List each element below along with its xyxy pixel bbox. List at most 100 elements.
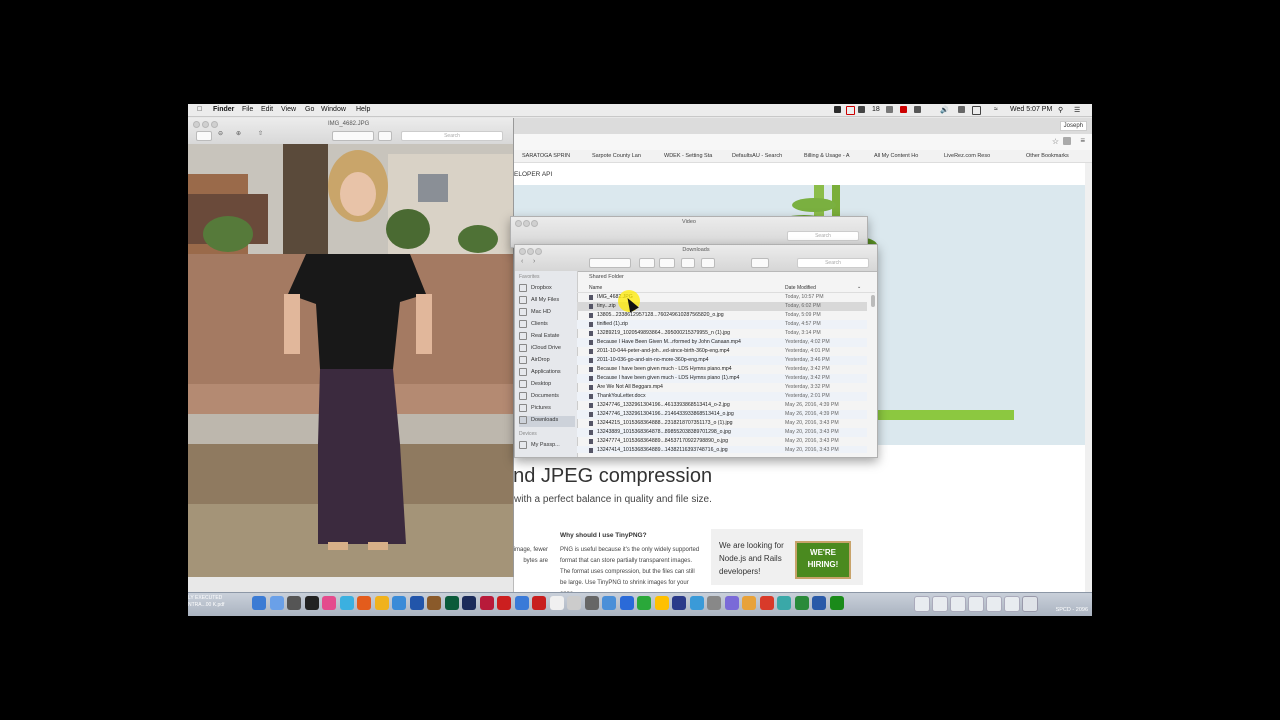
battery-icon[interactable] — [972, 106, 981, 115]
menu-go[interactable]: Go — [305, 106, 314, 113]
hiring-banner[interactable]: We are looking for Node.js and Rails dev… — [711, 529, 863, 585]
dock-app-icon[interactable] — [252, 596, 266, 610]
dock-app-icon[interactable] — [812, 596, 826, 610]
sidebar-toggle-button[interactable] — [196, 131, 212, 141]
sidebar-item-dropbox[interactable]: Dropbox — [519, 284, 575, 295]
dock-document-icon[interactable] — [1004, 596, 1020, 612]
dock-app-icon[interactable] — [392, 596, 406, 610]
dock-app-icon[interactable] — [829, 596, 844, 610]
file-row[interactable]: Because I have been given much - LDS Hym… — [577, 374, 867, 383]
scrollbar-thumb[interactable] — [871, 295, 875, 307]
dock-document-icon[interactable] — [968, 596, 984, 612]
sidebar-item-pictures[interactable]: Pictures — [519, 404, 575, 415]
share-icon[interactable] — [681, 258, 695, 268]
tag-icon[interactable] — [701, 258, 715, 268]
dock-app-icon[interactable] — [427, 596, 441, 610]
notification-center-icon[interactable]: ☰ — [1074, 106, 1080, 114]
status-icon[interactable] — [858, 106, 865, 113]
desktop-drive-label[interactable]: SPCD - 2096 — [1056, 607, 1088, 613]
status-icon[interactable] — [914, 106, 921, 113]
dock-app-icon[interactable] — [357, 596, 371, 610]
preview-search-input[interactable]: Search — [401, 131, 503, 141]
file-row[interactable]: 13247746_1332961304196...214643393386851… — [577, 410, 867, 419]
status-icon[interactable] — [900, 106, 907, 113]
menu-help[interactable]: Help — [356, 106, 370, 113]
extension-icon[interactable] — [1063, 137, 1071, 145]
menu-icon[interactable]: ≡ — [1080, 136, 1085, 145]
dock-app-icon[interactable] — [444, 596, 459, 610]
file-row[interactable]: Because I have been given much - LDS Hym… — [577, 365, 867, 374]
profile-button[interactable]: Joseph — [1059, 121, 1087, 131]
dock-app-icon[interactable] — [584, 596, 599, 610]
dock-app-icon[interactable] — [619, 596, 634, 610]
file-row[interactable]: Are We Not All Beggars.mp4 Yesterday, 3:3… — [577, 383, 867, 392]
dock-app-icon[interactable] — [409, 596, 424, 610]
file-row[interactable]: 13243889_1015368364878...898552038389701… — [577, 428, 867, 437]
dock-app-icon[interactable] — [339, 596, 354, 610]
dock-app-icon[interactable] — [532, 596, 546, 610]
star-icon[interactable]: ☆ — [1052, 137, 1059, 146]
file-row[interactable]: 2011-10-036-go-and-sin-no-more-360p-eng.… — [577, 356, 867, 365]
file-row[interactable]: 13805...23386129571​28...760249610287565… — [577, 311, 867, 320]
volume-icon[interactable]: 🔊 — [940, 106, 949, 114]
arrange-button[interactable] — [639, 258, 655, 268]
dock-app-icon[interactable] — [689, 596, 704, 610]
dock-app-icon[interactable] — [497, 596, 511, 610]
dock-app-icon[interactable] — [549, 596, 564, 610]
status-icon[interactable] — [834, 106, 841, 113]
markup-button[interactable] — [332, 131, 374, 141]
desktop-file-label[interactable]: LY EXECUTED NTRA...00 K.pdf — [188, 595, 224, 609]
sidebar-item-documents[interactable]: Documents — [519, 392, 575, 403]
file-row[interactable]: Because I Have Been Given M...rformed by… — [577, 338, 867, 347]
dock-app-icon[interactable] — [742, 596, 756, 610]
apple-icon[interactable]:  — [197, 106, 202, 113]
trash-icon[interactable] — [1022, 596, 1038, 612]
file-row[interactable]: 2011-10-044-peter-and-joh...ed-since-bir… — [577, 347, 867, 356]
menu-view[interactable]: View — [281, 106, 296, 113]
dock-app-icon[interactable] — [707, 596, 721, 610]
zoom-in-icon[interactable]: ⊕ — [236, 130, 241, 137]
search-input[interactable]: Search — [787, 231, 859, 241]
sidebar-item-downloads[interactable]: Downloads — [519, 416, 575, 427]
file-row[interactable]: 13289219_10205498938​64...39500021537995… — [577, 329, 867, 338]
dock-app-icon[interactable] — [462, 596, 476, 610]
dock-app-icon[interactable] — [724, 596, 739, 610]
forward-icon[interactable]: › — [533, 258, 535, 265]
dock-document-icon[interactable] — [986, 596, 1002, 612]
dock-app-icon[interactable] — [374, 596, 389, 610]
file-row[interactable]: tinified (1).zip Today, 4:57 PM — [577, 320, 867, 329]
sidebar-item-all-my-files[interactable]: All My Files — [519, 296, 575, 307]
zoom-out-icon[interactable]: ⊖ — [218, 130, 223, 137]
menu-app-name[interactable]: Finder — [213, 106, 234, 113]
dock-app-icon[interactable] — [672, 596, 686, 610]
action-gear-icon[interactable] — [659, 258, 675, 268]
zoom-icon[interactable] — [211, 121, 218, 128]
address-bar[interactable]: ☆ ≡ — [514, 134, 1092, 151]
rotate-button[interactable] — [378, 131, 392, 141]
search-input[interactable]: Search — [797, 258, 869, 268]
sidebar-item-applications[interactable]: Applications — [519, 368, 575, 379]
file-row[interactable]: 13244215_1015368364888...231821870735117… — [577, 419, 867, 428]
dock-document-icon[interactable] — [950, 596, 966, 612]
sidebar-item-desktop[interactable]: Desktop — [519, 380, 575, 391]
back-icon[interactable]: ‹ — [521, 258, 523, 265]
scrollbar[interactable] — [1085, 163, 1092, 600]
file-row[interactable]: ThankYouLetter.docx Yesterday, 2:01 PM — [577, 392, 867, 401]
dock-app-icon[interactable] — [794, 596, 809, 610]
sidebar-item-real-estate[interactable]: Real Estate — [519, 332, 575, 343]
dock-app-icon[interactable] — [759, 596, 774, 610]
menu-clock[interactable]: Wed 5:07 PM — [1010, 106, 1052, 113]
dock-app-icon[interactable] — [777, 596, 791, 610]
column-name[interactable]: Name — [589, 285, 602, 291]
bookmark-item[interactable]: SARATOGA SPRIN — [522, 153, 570, 159]
bookmark-item[interactable]: Sarpote County Lan — [592, 153, 641, 159]
dock-app-icon[interactable] — [654, 596, 669, 610]
share-icon[interactable]: ⇧ — [258, 130, 263, 137]
dock-app-icon[interactable] — [567, 596, 581, 610]
sidebar-item-mac-hd[interactable]: Mac HD — [519, 308, 575, 319]
close-icon[interactable] — [193, 121, 200, 128]
dock-app-icon[interactable] — [637, 596, 651, 610]
bookmark-item[interactable]: DefaultsAU - Search — [732, 153, 782, 159]
bookmark-item[interactable]: Other Bookmarks — [1026, 153, 1069, 159]
developer-api-link[interactable]: ELOPER API — [514, 171, 552, 178]
